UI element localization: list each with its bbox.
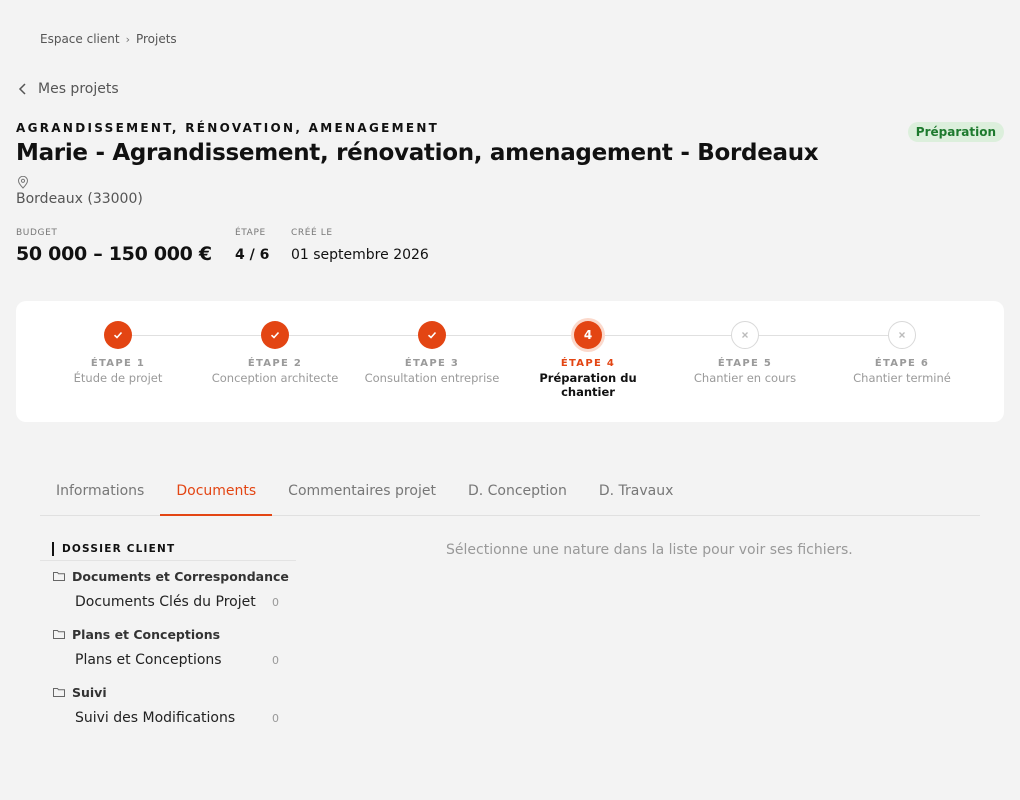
- back-link-label: Mes projets: [38, 81, 119, 97]
- step-6-name: Chantier terminé: [853, 371, 951, 385]
- empty-state-message: Sélectionne une nature dans la liste pou…: [446, 542, 853, 558]
- step-label: ÉTAPE: [235, 228, 266, 238]
- group-title: Suivi: [40, 683, 296, 701]
- sidebar-item-label: Documents Clés du Projet: [75, 594, 256, 610]
- folder-icon: [53, 688, 65, 697]
- breadcrumb-espace-client[interactable]: Espace client: [40, 32, 120, 46]
- step-6-circle: [888, 321, 916, 349]
- step-6-number: ÉTAPE 6: [874, 358, 930, 369]
- group-title: Documents et Correspondance: [40, 567, 296, 585]
- page-title: Marie - Agrandissement, rénovation, amen…: [16, 140, 819, 166]
- back-to-projects-link[interactable]: Mes projets: [18, 81, 119, 97]
- breadcrumb-separator: ›: [125, 32, 130, 46]
- sidebar-item-suivi-modifications[interactable]: Suivi des Modifications 0: [40, 701, 296, 735]
- check-icon: [113, 331, 123, 339]
- step-2-circle: [261, 321, 289, 349]
- step-1-circle: [104, 321, 132, 349]
- project-location: Bordeaux (33000): [16, 191, 143, 207]
- documents-sidebar: DOSSIER CLIENT Documents et Correspondan…: [40, 537, 296, 735]
- check-icon: [427, 331, 437, 339]
- group-title-label: Documents et Correspondance: [72, 568, 289, 584]
- sidebar-header-title: DOSSIER CLIENT: [62, 542, 176, 555]
- step-4-circle: 4: [574, 321, 602, 349]
- file-count: 0: [272, 653, 279, 667]
- document-group: Suivi Suivi des Modifications 0: [40, 683, 296, 735]
- sidebar-item-label: Plans et Conceptions: [75, 652, 222, 668]
- file-count: 0: [272, 595, 279, 609]
- folder-icon: [53, 572, 65, 581]
- tab-d-travaux[interactable]: D. Travaux: [583, 474, 690, 516]
- step-4-number: ÉTAPE 4: [560, 358, 616, 369]
- tab-d-conception[interactable]: D. Conception: [452, 474, 583, 516]
- x-icon: [899, 332, 905, 338]
- step-6: ÉTAPE 6 Chantier terminé: [822, 321, 982, 385]
- budget-value: 50 000 – 150 000 €: [16, 243, 212, 265]
- step-4: 4 ÉTAPE 4 Préparation du chantier: [508, 321, 668, 399]
- project-stepper: ÉTAPE 1 Étude de projet ÉTAPE 2 Concepti…: [16, 301, 1004, 422]
- created-label: CRÉÉ LE: [291, 228, 333, 238]
- project-category: AGRANDISSEMENT, RÉNOVATION, AMENAGEMENT: [16, 121, 440, 135]
- sidebar-item-plans-conceptions[interactable]: Plans et Conceptions 0: [40, 643, 296, 677]
- tab-informations[interactable]: Informations: [40, 474, 160, 516]
- project-tabs: Informations Documents Commentaires proj…: [40, 474, 980, 516]
- document-group: Documents et Correspondance Documents Cl…: [40, 567, 296, 619]
- step-3-name: Consultation entreprise: [364, 371, 500, 385]
- step-3-circle: [418, 321, 446, 349]
- step-5: ÉTAPE 5 Chantier en cours: [665, 321, 825, 385]
- document-group: Plans et Conceptions Plans et Conception…: [40, 625, 296, 677]
- breadcrumb-projets[interactable]: Projets: [136, 32, 177, 46]
- step-value: 4 / 6: [235, 247, 270, 263]
- folder-icon: [53, 630, 65, 639]
- step-2-name: Conception architecte: [211, 371, 339, 385]
- group-title-label: Suivi: [72, 684, 107, 700]
- x-icon: [742, 332, 748, 338]
- chevron-left-icon: [18, 83, 26, 95]
- step-1-name: Étude de projet: [73, 371, 163, 385]
- sidebar-header: DOSSIER CLIENT: [40, 537, 296, 561]
- created-date: 01 septembre 2026: [291, 247, 429, 263]
- tab-documents[interactable]: Documents: [160, 474, 273, 516]
- step-5-circle: [731, 321, 759, 349]
- step-4-name: Préparation du chantier: [539, 371, 637, 399]
- file-count: 0: [272, 711, 279, 725]
- step-3: ÉTAPE 3 Consultation entreprise: [352, 321, 512, 385]
- step-5-number: ÉTAPE 5: [717, 358, 773, 369]
- step-2: ÉTAPE 2 Conception architecte: [195, 321, 355, 385]
- status-badge: Préparation: [907, 122, 1004, 142]
- map-pin-icon: [17, 176, 29, 189]
- step-1: ÉTAPE 1 Étude de projet: [38, 321, 198, 385]
- budget-label: BUDGET: [16, 228, 58, 238]
- tab-commentaires-projet[interactable]: Commentaires projet: [272, 474, 452, 516]
- sidebar-header-marker: [52, 541, 54, 556]
- step-2-number: ÉTAPE 2: [247, 358, 303, 369]
- group-title: Plans et Conceptions: [40, 625, 296, 643]
- breadcrumb: Espace client › Projets: [40, 32, 177, 46]
- check-icon: [270, 331, 280, 339]
- group-title-label: Plans et Conceptions: [72, 626, 221, 642]
- sidebar-item-documents-cles[interactable]: Documents Clés du Projet 0: [40, 585, 296, 619]
- step-1-number: ÉTAPE 1: [90, 358, 146, 369]
- step-5-name: Chantier en cours: [693, 371, 797, 385]
- sidebar-item-label: Suivi des Modifications: [75, 710, 236, 726]
- step-3-number: ÉTAPE 3: [404, 358, 460, 369]
